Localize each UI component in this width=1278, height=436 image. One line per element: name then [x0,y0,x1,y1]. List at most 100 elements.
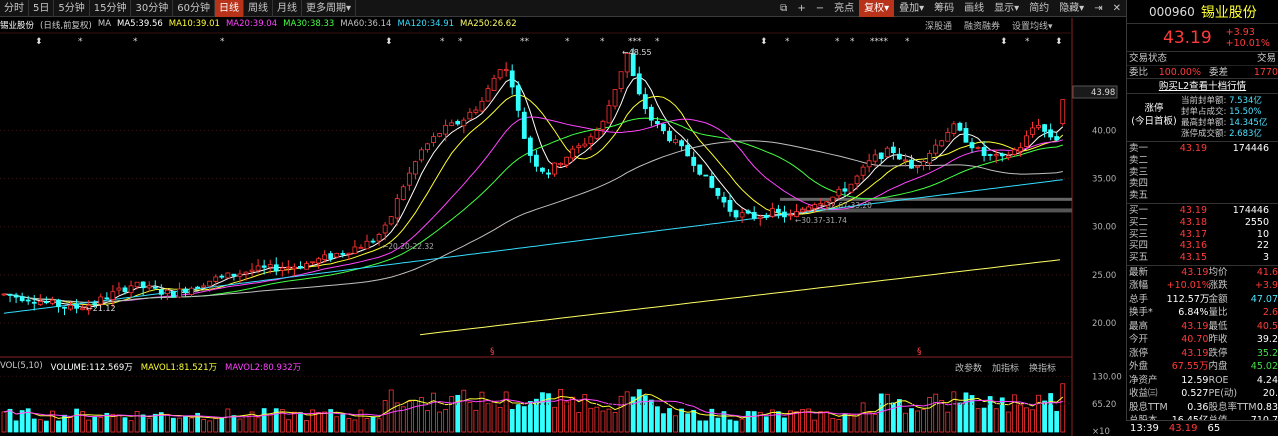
volume-bar [382,400,388,433]
volume-bar [521,406,527,433]
candle-body [981,146,987,157]
stat-label: 收益㈢ [1129,388,1158,400]
buy-level-4[interactable]: 买四 43.16 22 [1127,240,1278,252]
legend-ma-label: MA [97,19,112,29]
candle-body [146,285,152,289]
volume-bar [177,417,182,433]
stat-value: 12.59 [1181,374,1209,386]
buy-level-5[interactable]: 买五 43.15 3 [1127,252,1278,264]
candle-body [588,136,594,144]
candle-body [897,153,902,160]
buy-level-label: 买二 [1129,216,1149,228]
sell-level-4[interactable]: 卖四 [1127,178,1278,190]
sell-level-1[interactable]: 卖一 43.19 174446 [1127,143,1278,155]
volume-bar [1030,409,1035,433]
candle-body [782,211,787,218]
event-marker: ⬍ [1000,37,1008,47]
volume-bar [999,397,1005,433]
stat-label: 股息率TTM [1208,401,1257,413]
candle-body [842,188,848,192]
candle-body [667,130,672,142]
volume-bar [745,410,751,433]
vol-volume: VOLUME:112.569万 [50,363,133,373]
edit-params-button[interactable]: 改参数 [955,361,982,374]
sell-level-price [1167,167,1207,179]
volume-bar [691,409,697,433]
vol-mavol2: MAVOL2:80.932万 [224,363,302,373]
candle-body [1005,155,1011,159]
buy-l2-link[interactable]: 购买L2查看十档行情 [1159,81,1246,92]
candle-body [56,299,61,308]
candle-body [370,240,376,243]
volume-bar [183,416,188,433]
switch-indicator-button[interactable]: 换指标 [1029,361,1056,374]
volume-bar [1024,407,1029,433]
volume-bar [1036,394,1041,433]
candle-body [951,123,957,134]
vol-indicator-label[interactable]: VOL(5,10) [0,361,43,373]
candle-body [158,289,164,295]
event-marker: * [133,37,138,47]
buy-level-2[interactable]: 买二 43.18 2550 [1127,217,1278,229]
event-marker: * [905,37,910,47]
volume-bar [848,413,854,433]
volume-bar [564,401,570,433]
volume-bar [600,410,606,433]
stat-row: 股息TTM 0.36 股息率TTM 0.83 [1127,401,1278,415]
volume-bar [782,417,787,433]
stat-label: 内盘 [1208,361,1228,373]
stat-value: 0.527 [1181,388,1209,400]
add-indicator-button[interactable]: 加指标 [992,361,1019,374]
limit-up-row: 涨停成交额: 2.683亿 [1181,129,1267,140]
stock-name: 锡业股份 [1200,4,1257,21]
price-tick-label: 40.00 [1092,126,1116,136]
stat-label: 外盘 [1129,361,1149,373]
volume-bar [1,411,7,433]
candle-body [975,147,981,149]
event-marker: ⬍ [760,37,768,47]
candle-body [152,286,158,289]
sell-level-price [1167,178,1207,190]
volume-bar [576,412,582,433]
sell-level-label: 卖三 [1129,166,1149,178]
volume-bar [152,413,158,433]
candle-body [582,143,588,147]
candle-body [116,287,122,291]
low-annotation: ←21.12 [86,304,116,313]
candle-body [449,122,455,126]
volume-bar [915,410,920,433]
margin-trading-button[interactable]: 融资融券 [964,19,1000,32]
candle-body [479,100,485,112]
candle-body [515,85,521,111]
buy-level-1[interactable]: 买一 43.19 174446 [1127,205,1278,217]
candle-body [703,174,709,177]
sell-level-2[interactable]: 卖二 [1127,155,1278,167]
volume-bar [509,409,515,433]
volume-bar [624,391,630,433]
sell-level-5[interactable]: 卖五 [1127,190,1278,202]
volume-bar [552,406,557,433]
candle-body [576,145,582,148]
price-block: 43.19 +3.93 +10.01% [1127,24,1278,52]
buy-level-3[interactable]: 买三 43.17 10 [1127,229,1278,241]
volume-bar [679,408,684,433]
candle-body [1042,124,1047,132]
hk-connect-button[interactable]: 深股通 [925,19,952,32]
stat-row: 涨幅 +10.01% 涨跌 +3.9 [1127,279,1278,293]
quote-header: 000960 锡业股份 [1127,0,1278,24]
sell-level-3[interactable]: 卖三 [1127,167,1278,179]
dividend-marker: § [917,347,922,357]
limit-up-row: 最高封单额: 14.345亿 [1181,118,1267,129]
ma-values: MA5:39.56 MA10:39.01 MA20:39.04 MA30:38.33 M… [117,19,517,33]
candle-body [473,109,479,113]
candle-body [558,162,563,166]
candle-body [219,275,225,278]
volume-bar [497,406,503,433]
set-ma-button[interactable]: 设置均线▾ [1012,19,1053,32]
candle-body [80,307,86,311]
diff-label: 委差 [1209,66,1229,78]
volume-bar [352,419,358,433]
stat-label: 昨收 [1208,334,1228,346]
candle-body [467,111,473,120]
stat-value: 43.19 [1181,320,1209,332]
